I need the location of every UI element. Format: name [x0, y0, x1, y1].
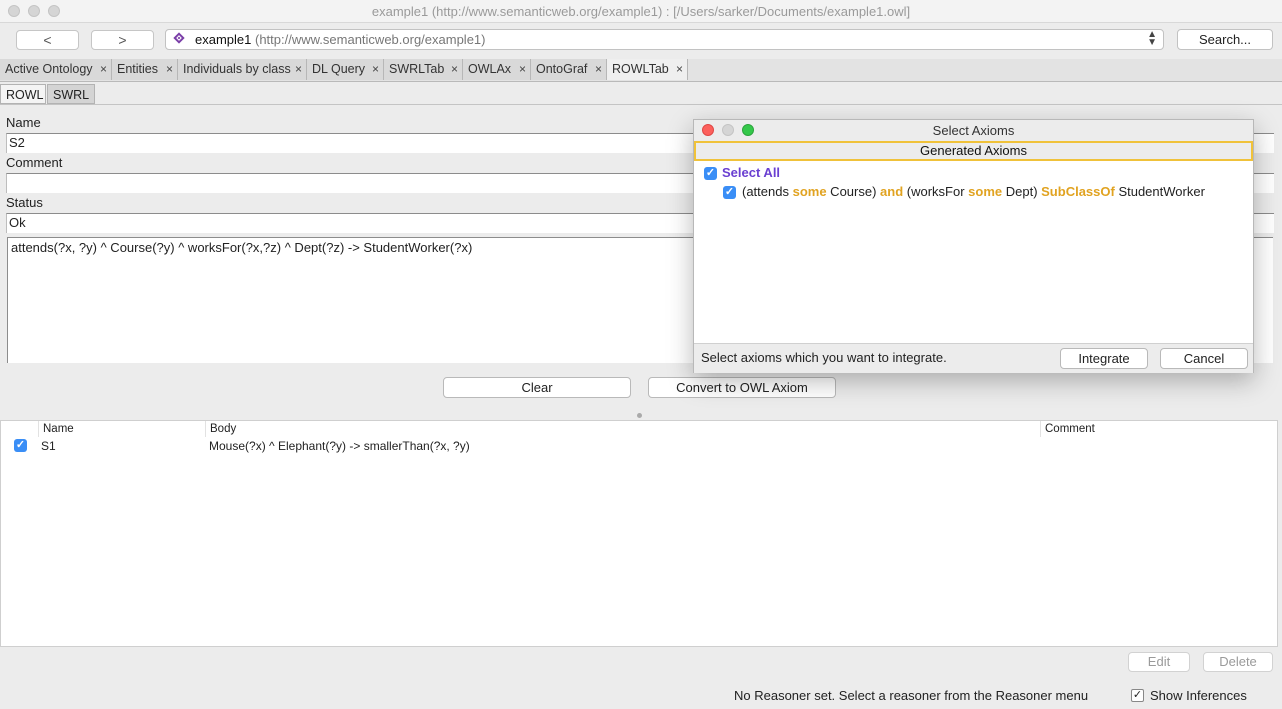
tab-label: Entities [117, 62, 158, 76]
ontology-selector[interactable]: example1 (http://www.semanticweb.org/exa… [165, 29, 1164, 50]
axiom-text[interactable]: (attends some Course) and (worksFor some… [742, 184, 1205, 199]
column-header-comment[interactable]: Comment [1041, 421, 1277, 437]
close-icon[interactable]: × [166, 59, 173, 80]
cancel-button[interactable]: Cancel [1160, 348, 1248, 369]
show-inferences-label: Show Inferences [1150, 688, 1247, 703]
convert-to-owl-axiom-button[interactable]: Convert to OWL Axiom [648, 377, 836, 398]
dialog-instructions: Select axioms which you want to integrat… [701, 350, 947, 365]
tab-swrltab[interactable]: SWRLTab × [384, 59, 463, 80]
axiom-part: Dept) [1002, 184, 1042, 199]
axiom-keyword: some [792, 184, 827, 199]
close-icon[interactable]: × [676, 59, 683, 80]
column-header-check [1, 421, 39, 437]
close-icon[interactable]: × [295, 59, 302, 80]
tab-label: Individuals by class [183, 62, 291, 76]
tab-owlax[interactable]: OWLAx × [463, 59, 531, 80]
forward-button[interactable]: > [91, 30, 154, 50]
subtab-rowl[interactable]: ROWL [0, 84, 46, 104]
status-label: Status [6, 195, 43, 210]
close-icon[interactable]: × [519, 59, 526, 80]
window-title: example1 (http://www.semanticweb.org/exa… [371, 4, 911, 19]
search-button[interactable]: Search... [1177, 29, 1273, 50]
chevron-updown-icon: ▲ ▼ [1147, 29, 1157, 48]
table-row[interactable]: ✓ S1 Mouse(?x) ^ Elephant(?y) -> smaller… [1, 437, 1277, 455]
ontology-label: example1 (http://www.semanticweb.org/exa… [195, 32, 485, 47]
generated-axioms-header: Generated Axioms [694, 141, 1253, 161]
integrate-button[interactable]: Integrate [1060, 348, 1148, 369]
select-all-checkbox[interactable]: ✓ [704, 167, 717, 180]
title-bar: example1 (http://www.semanticweb.org/exa… [0, 0, 1282, 23]
axiom-part: (worksFor [903, 184, 969, 199]
row-enabled-checkbox[interactable]: ✓ [14, 439, 27, 452]
row-name: S1 [41, 439, 56, 453]
divider [0, 104, 1282, 105]
close-icon[interactable]: × [372, 59, 379, 80]
tab-ontograf[interactable]: OntoGraf × [531, 59, 607, 80]
tab-label: ROWLTab [612, 62, 669, 76]
back-button[interactable]: < [16, 30, 79, 50]
axiom-list: ✓ Select All ✓ (attends some Course) and… [694, 161, 1253, 343]
column-header-name[interactable]: Name [39, 421, 206, 437]
axiom-keyword: and [880, 184, 904, 199]
close-icon[interactable]: × [100, 59, 107, 80]
axiom-keyword: SubClassOf [1041, 184, 1115, 199]
column-header-body[interactable]: Body [206, 421, 1041, 437]
ontology-name: example1 [195, 32, 252, 47]
dialog-title: Select Axioms [932, 123, 1015, 138]
tab-active-ontology[interactable]: Active Ontology × [0, 59, 112, 80]
axiom-part: StudentWorker [1114, 184, 1205, 199]
tab-label: DL Query [312, 62, 366, 76]
tab-entities[interactable]: Entities × [112, 59, 178, 80]
ontology-icon [173, 32, 185, 44]
edit-button[interactable]: Edit [1128, 652, 1190, 672]
tab-individuals-by-class[interactable]: Individuals by class × [178, 59, 307, 80]
ontology-url: (http://www.semanticweb.org/example1) [255, 32, 486, 47]
tab-label: Active Ontology [5, 62, 93, 76]
axiom-keyword: some [968, 184, 1003, 199]
delete-button[interactable]: Delete [1203, 652, 1273, 672]
close-icon[interactable]: × [595, 59, 602, 80]
split-handle[interactable] [637, 413, 642, 418]
tab-label: OntoGraf [536, 62, 588, 76]
row-body: Mouse(?x) ^ Elephant(?y) -> smallerThan(… [209, 439, 470, 453]
axiom-part: Course) [826, 184, 881, 199]
axiom-checkbox[interactable]: ✓ [723, 186, 736, 199]
dialog-footer: Select axioms which you want to integrat… [694, 343, 1253, 373]
tab-strip: Active Ontology × Entities × Individuals b… [0, 59, 1282, 82]
tab-dl-query[interactable]: DL Query × [307, 59, 384, 80]
select-axioms-dialog: Select Axioms Generated Axioms ✓ Select … [693, 119, 1254, 373]
name-label: Name [6, 115, 41, 130]
reasoner-status: No Reasoner set. Select a reasoner from … [734, 688, 1089, 703]
show-inferences-checkbox[interactable]: ✓ [1131, 689, 1144, 702]
axiom-part: (attends [742, 184, 793, 199]
clear-button[interactable]: Clear [443, 377, 631, 398]
tab-label: OWLAx [468, 62, 512, 76]
tab-label: SWRLTab [389, 62, 445, 76]
subtab-swrl[interactable]: SWRL [47, 84, 95, 104]
close-icon[interactable]: × [451, 59, 458, 80]
select-all-label[interactable]: Select All [722, 165, 780, 180]
tab-rowltab[interactable]: ROWLTab × [607, 59, 688, 80]
comment-label: Comment [6, 155, 63, 170]
rules-table: Name Body Comment ✓ S1 Mouse(?x) ^ Eleph… [0, 420, 1278, 647]
